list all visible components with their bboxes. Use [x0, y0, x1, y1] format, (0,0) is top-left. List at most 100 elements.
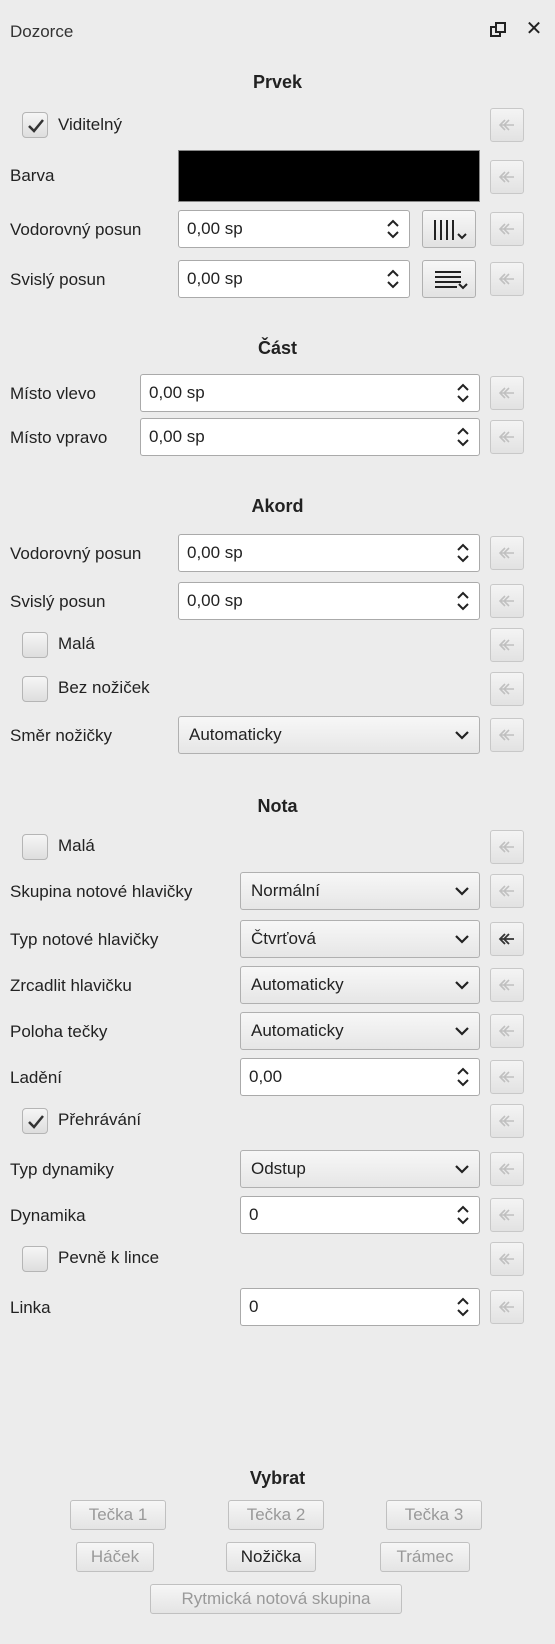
spin-arrows-icon[interactable]: [455, 589, 471, 613]
reset-dot-position-button[interactable]: [490, 1014, 524, 1048]
reset-voffset-button[interactable]: [490, 262, 524, 296]
section-title-akord: Akord: [251, 496, 304, 516]
color-swatch[interactable]: [178, 150, 480, 202]
chord-small-checkbox[interactable]: [22, 632, 48, 658]
color-label: Barva: [10, 166, 55, 185]
reset-space-right-button[interactable]: [490, 420, 524, 454]
line-label: Linka: [10, 1298, 51, 1317]
reset-dynamics-type-button[interactable]: [490, 1152, 524, 1186]
visible-checkbox[interactable]: [22, 112, 48, 138]
reset-play-button[interactable]: [490, 1104, 524, 1138]
dot-position-label: Poloha tečky: [10, 1022, 108, 1041]
select-dot1-button[interactable]: Tečka 1: [70, 1500, 166, 1530]
horizontal-align-button[interactable]: [422, 210, 476, 248]
horizontal-align-icon: [434, 220, 467, 240]
visible-label: Viditelný: [58, 115, 122, 134]
reset-color-button[interactable]: [490, 160, 524, 194]
dynamics-spinbox[interactable]: 0: [240, 1196, 480, 1234]
reset-chord-small-button[interactable]: [490, 628, 524, 662]
select-tuplet-button[interactable]: Rytmická notová skupina: [150, 1584, 402, 1614]
section-title-vybrat: Vybrat: [249, 1468, 306, 1488]
space-left-label: Místo vlevo: [10, 384, 96, 403]
select-hook-button[interactable]: Háček: [76, 1542, 154, 1572]
play-checkbox[interactable]: [22, 1108, 48, 1134]
space-left-spinbox[interactable]: 0,00 sp: [140, 374, 480, 412]
chord-voffset-label: Svislý posun: [10, 592, 106, 611]
close-icon[interactable]: ✕: [523, 18, 545, 40]
chord-voffset-spinbox[interactable]: 0,00 sp: [178, 582, 480, 620]
space-right-value: 0,00 sp: [149, 427, 205, 446]
vertical-align-button[interactable]: [422, 260, 476, 298]
note-small-checkbox[interactable]: [22, 834, 48, 860]
head-group-select[interactable]: Normální: [240, 872, 480, 910]
reset-stem-direction-button[interactable]: [490, 718, 524, 752]
reset-dynamics-button[interactable]: [490, 1198, 524, 1232]
reset-fix-to-line-button[interactable]: [490, 1242, 524, 1276]
reset-hoffset-button[interactable]: [490, 212, 524, 246]
reset-head-group-button[interactable]: [490, 874, 524, 908]
dynamics-label: Dynamika: [10, 1206, 86, 1225]
reset-tuning-button[interactable]: [490, 1060, 524, 1094]
dot-position-select[interactable]: Automaticky: [240, 1012, 480, 1050]
inspector-panel: Dozorce ✕ Prvek Viditelný Barva Vodorovn…: [0, 0, 555, 1644]
no-stem-checkbox[interactable]: [22, 676, 48, 702]
reset-chord-voffset-button[interactable]: [490, 584, 524, 618]
chevron-down-icon: [455, 981, 469, 990]
spin-arrows-icon[interactable]: [385, 267, 401, 291]
stem-direction-label: Směr nožičky: [10, 726, 113, 745]
spin-arrows-icon[interactable]: [455, 1295, 471, 1319]
panel-title: Dozorce: [10, 22, 74, 41]
mirror-head-select[interactable]: Automaticky: [240, 966, 480, 1004]
reset-space-left-button[interactable]: [490, 376, 524, 410]
reset-no-stem-button[interactable]: [490, 672, 524, 706]
select-dot3-button[interactable]: Tečka 3: [386, 1500, 482, 1530]
tuning-spinbox[interactable]: 0,00: [240, 1058, 480, 1096]
no-stem-label: Bez nožiček: [58, 678, 150, 697]
head-type-select[interactable]: Čtvrťová: [240, 920, 480, 958]
fix-to-line-checkbox[interactable]: [22, 1246, 48, 1272]
chord-hoffset-spinbox[interactable]: 0,00 sp: [178, 534, 480, 572]
chord-hoffset-value: 0,00 sp: [187, 543, 243, 562]
reset-head-type-button[interactable]: [490, 922, 524, 956]
dynamics-type-value: Odstup: [251, 1159, 306, 1178]
reset-line-button[interactable]: [490, 1290, 524, 1324]
float-icon[interactable]: [490, 22, 506, 38]
spin-arrows-icon[interactable]: [385, 217, 401, 241]
select-beam-button[interactable]: Trámec: [380, 1542, 470, 1572]
hoffset-spinbox[interactable]: 0,00 sp: [178, 210, 410, 248]
reset-note-small-button[interactable]: [490, 830, 524, 864]
spin-arrows-icon[interactable]: [455, 381, 471, 405]
space-left-value: 0,00 sp: [149, 383, 205, 402]
spin-arrows-icon[interactable]: [455, 1203, 471, 1227]
tuning-label: Ladění: [10, 1068, 62, 1087]
head-group-label: Skupina notové hlavičky: [10, 882, 193, 901]
reset-mirror-head-button[interactable]: [490, 968, 524, 1002]
head-group-value: Normální: [251, 881, 320, 900]
dot-position-value: Automaticky: [251, 1021, 344, 1040]
fix-to-line-label: Pevně k lince: [58, 1248, 160, 1267]
checkmark-icon: [28, 1115, 44, 1129]
reset-chord-hoffset-button[interactable]: [490, 536, 524, 570]
select-stem-button[interactable]: Nožička: [226, 1542, 316, 1572]
stem-direction-select[interactable]: Automaticky: [178, 716, 480, 754]
dynamics-type-label: Typ dynamiky: [10, 1160, 114, 1179]
section-title-cast: Část: [257, 338, 297, 358]
spin-arrows-icon[interactable]: [455, 1065, 471, 1089]
space-right-spinbox[interactable]: 0,00 sp: [140, 418, 480, 456]
space-right-label: Místo vpravo: [10, 428, 108, 447]
hoffset-label: Vodorovný posun: [10, 220, 142, 239]
chevron-down-icon: [455, 935, 469, 944]
dynamics-value: 0: [249, 1205, 259, 1224]
voffset-label: Svislý posun: [10, 270, 106, 289]
title-bar: Dozorce ✕: [0, 12, 555, 52]
spin-arrows-icon[interactable]: [455, 425, 471, 449]
chord-small-label: Malá: [58, 634, 95, 653]
spin-arrows-icon[interactable]: [455, 541, 471, 565]
voffset-spinbox[interactable]: 0,00 sp: [178, 260, 410, 298]
select-dot2-button[interactable]: Tečka 2: [228, 1500, 324, 1530]
line-value: 0: [249, 1297, 259, 1316]
reset-visible-button[interactable]: [490, 108, 524, 142]
line-spinbox[interactable]: 0: [240, 1288, 480, 1326]
chord-hoffset-label: Vodorovný posun: [10, 544, 142, 563]
dynamics-type-select[interactable]: Odstup: [240, 1150, 480, 1188]
